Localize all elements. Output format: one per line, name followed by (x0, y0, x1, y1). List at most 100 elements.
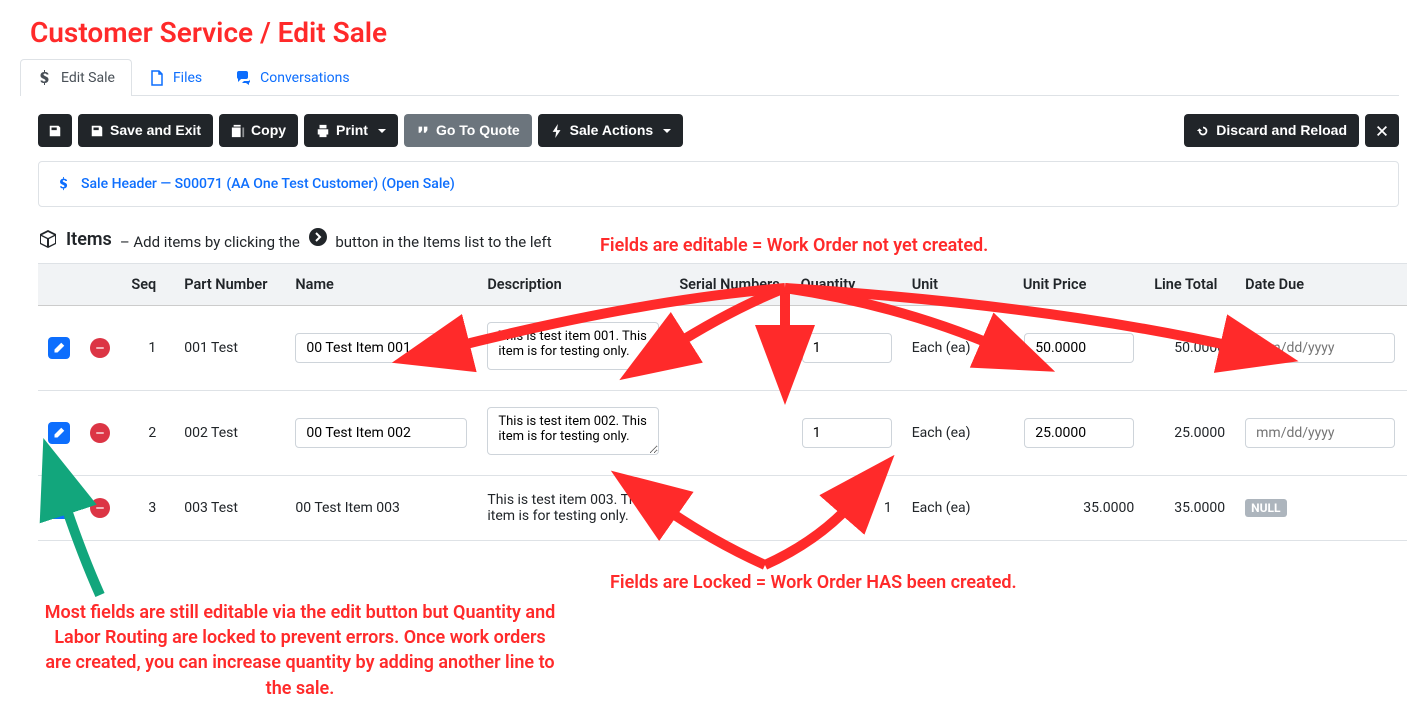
edit-row-button[interactable] (48, 422, 70, 444)
save-exit-button[interactable]: Save and Exit (78, 114, 213, 147)
sale-header-link[interactable]: Sale Header — S00071 (AA One Test Custom… (57, 176, 1380, 192)
date-due-input[interactable] (1245, 418, 1395, 448)
sale-header-card[interactable]: Sale Header — S00071 (AA One Test Custom… (38, 161, 1399, 207)
part-number-value: 001 Test (184, 340, 238, 356)
dollar-icon (37, 70, 53, 86)
col-unit: Unit (902, 264, 1013, 306)
caret-down-icon (378, 129, 386, 133)
edit-row-button[interactable] (48, 337, 70, 359)
button-label: Discard and Reload (1216, 120, 1347, 141)
tab-conversations[interactable]: Conversations (219, 59, 366, 96)
save-button[interactable] (38, 114, 72, 147)
description-input[interactable]: This is test item 002. This item is for … (487, 407, 659, 455)
col-part-number: Part Number (174, 264, 285, 306)
page-title: Customer Service / Edit Sale (0, 0, 1407, 59)
items-table: Seq Part Number Name Description Serial … (38, 263, 1407, 541)
quantity-value: 1 (884, 500, 892, 516)
line-total-value: 25.0000 (1174, 425, 1225, 441)
unit-value: Each (ea) (912, 500, 971, 516)
quantity-input[interactable] (802, 418, 892, 448)
arrow-right-circle-icon (308, 227, 328, 247)
col-name: Name (285, 264, 477, 306)
col-seq: Seq (121, 264, 174, 306)
seq-value: 1 (148, 340, 156, 356)
remove-row-button[interactable] (90, 498, 110, 518)
sale-actions-button[interactable]: Sale Actions (538, 114, 684, 147)
unit-value: Each (ea) (912, 425, 971, 441)
table-row: 1 001 Test This is test item 001. This ite… (38, 306, 1407, 391)
copy-icon (231, 124, 245, 138)
button-label: Go To Quote (436, 120, 520, 141)
col-description: Description (477, 264, 669, 306)
seq-value: 2 (148, 425, 156, 441)
description-value: This is test item 003. This item is for … (487, 492, 647, 524)
cube-icon (38, 229, 58, 249)
part-number-value: 003 Test (184, 500, 238, 516)
unit-price-input[interactable] (1024, 333, 1134, 363)
go-to-quote-button[interactable]: Go To Quote (404, 114, 532, 147)
col-serial: Serial Numbers (669, 264, 790, 306)
line-total-value: 35.0000 (1174, 500, 1225, 516)
discard-button[interactable]: Discard and Reload (1184, 114, 1359, 147)
button-label: Copy (251, 120, 286, 141)
close-button[interactable] (1365, 114, 1399, 147)
file-icon (149, 70, 165, 86)
pencil-icon (53, 427, 65, 439)
undo-icon (1196, 124, 1210, 138)
dollar-icon (57, 177, 71, 191)
seq-value: 3 (148, 500, 156, 516)
caret-down-icon (663, 129, 671, 133)
name-input[interactable] (295, 418, 467, 448)
subtitle-pre: – Add items by clicking the (120, 233, 300, 251)
quantity-input[interactable] (802, 333, 892, 363)
close-icon (1375, 124, 1389, 138)
remove-row-button[interactable] (90, 423, 110, 443)
tab-label: Files (173, 70, 202, 86)
name-value: 00 Test Item 003 (295, 500, 399, 516)
date-due-input[interactable] (1245, 333, 1395, 363)
table-row: 3 003 Test 00 Test Item 003 This is test it… (38, 476, 1407, 541)
save-icon (48, 124, 62, 138)
col-unit-price: Unit Price (1013, 264, 1144, 306)
minus-icon (95, 503, 105, 513)
button-label: Sale Actions (570, 120, 654, 141)
quote-icon (416, 124, 430, 138)
table-row: 2 002 Test This is test item 002. This ite… (38, 391, 1407, 476)
items-title: Items (66, 229, 112, 250)
tabs: Edit Sale Files Conversations (20, 59, 1399, 96)
edit-row-button[interactable] (48, 497, 70, 519)
annotation-editable: Fields are editable = Work Order not yet… (600, 235, 988, 256)
unit-price-value: 35.0000 (1083, 500, 1134, 516)
line-total-value: 50.0000 (1174, 340, 1225, 356)
subtitle-post: button in the Items list to the left (335, 233, 551, 251)
items-subtitle: – Add items by clicking the button in th… (120, 227, 552, 251)
col-quantity: Quantity (791, 264, 902, 306)
unit-price-input[interactable] (1024, 418, 1134, 448)
tab-label: Edit Sale (61, 70, 115, 86)
print-icon (316, 124, 330, 138)
date-due-null-badge: NULL (1245, 499, 1286, 517)
save-icon (90, 124, 104, 138)
col-date-due: Date Due (1235, 264, 1407, 306)
toolbar: Save and Exit Copy Print Go To Quote Sal… (0, 96, 1407, 161)
name-input[interactable] (295, 333, 467, 363)
minus-icon (95, 428, 105, 438)
chat-icon (236, 70, 252, 86)
part-number-value: 002 Test (184, 425, 238, 441)
col-line-total: Line Total (1144, 264, 1235, 306)
description-input[interactable]: This is test item 001. This item is for … (487, 322, 659, 370)
bolt-icon (550, 124, 564, 138)
pencil-icon (53, 502, 65, 514)
button-label: Save and Exit (110, 120, 201, 141)
print-button[interactable]: Print (304, 114, 398, 147)
annotation-locked: Fields are Locked = Work Order HAS been … (610, 572, 1017, 593)
remove-row-button[interactable] (90, 338, 110, 358)
tab-files[interactable]: Files (132, 59, 219, 96)
tab-edit-sale[interactable]: Edit Sale (20, 59, 132, 96)
tab-label: Conversations (260, 70, 349, 86)
copy-button[interactable]: Copy (219, 114, 298, 147)
pencil-icon (53, 342, 65, 354)
sale-header-text: Sale Header — S00071 (AA One Test Custom… (81, 176, 455, 192)
annotation-edit-button: Most fields are still editable via the e… (40, 600, 560, 701)
unit-value: Each (ea) (912, 340, 971, 356)
